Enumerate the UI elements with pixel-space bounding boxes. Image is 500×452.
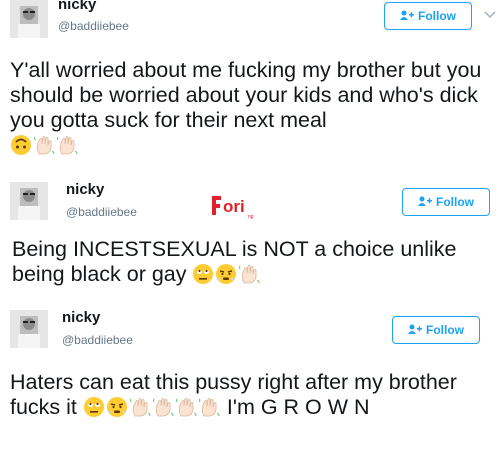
follow-label: Follow: [426, 323, 464, 337]
follow-button[interactable]: Follow: [392, 316, 480, 344]
waving-hand-emoji: [238, 263, 261, 285]
chevron-down-icon[interactable]: [484, 8, 496, 22]
avatar-image: [10, 310, 48, 348]
user-handle[interactable]: @baddiiebee: [66, 205, 137, 219]
tweet-body: Y'all worried about me fucking my brothe…: [10, 58, 482, 132]
waving-hand-emoji: [152, 396, 174, 418]
follow-label: Follow: [418, 9, 456, 23]
add-user-icon: [418, 195, 432, 209]
avatar-image: [10, 182, 48, 220]
avatar[interactable]: [10, 182, 48, 220]
steam-face-emoji: [215, 263, 237, 285]
watermark-text: ori: [223, 197, 245, 216]
tweet-text: Haters can eat this pussy right after my…: [10, 370, 476, 420]
tweet-body-end: I'm G R O W N: [226, 395, 370, 419]
eye-roll-face-emoji: [83, 396, 105, 418]
tweet-text: Being INCESTSEXUAL is NOT a choice unlik…: [12, 237, 470, 287]
user-handle[interactable]: @baddiiebee: [58, 19, 129, 33]
add-user-icon: [408, 323, 422, 337]
follow-label: Follow: [436, 195, 474, 209]
waving-hand-emoji: [33, 134, 55, 156]
user-handle[interactable]: @baddiiebee: [62, 333, 133, 347]
waving-hand-emoji: [56, 134, 78, 156]
avatar[interactable]: [10, 0, 48, 38]
upside-down-face-emoji: [10, 134, 32, 156]
display-name[interactable]: nicky: [62, 309, 100, 326]
avatar[interactable]: [10, 310, 48, 348]
waving-hand-emoji: [129, 396, 151, 418]
follow-button[interactable]: Follow: [402, 188, 490, 216]
waving-hand-emoji: [198, 396, 220, 418]
steam-face-emoji: [106, 396, 128, 418]
waving-hand-emoji: [175, 396, 197, 418]
tweet-3: nicky @baddiiebee Follow Haters can eat …: [0, 306, 500, 452]
eye-roll-face-emoji: [192, 263, 214, 285]
display-name[interactable]: nicky: [58, 0, 96, 13]
avatar-image: [10, 0, 48, 38]
watermark-logo: ori ng: [210, 193, 260, 220]
tweet-text: Y'all worried about me fucking my brothe…: [10, 58, 494, 158]
watermark-subtext: ng: [248, 214, 254, 219]
tweet-1: nicky @baddiiebee Follow Y'all worried a…: [0, 0, 500, 172]
follow-button[interactable]: Follow: [384, 2, 472, 30]
display-name[interactable]: nicky: [66, 181, 104, 198]
add-user-icon: [400, 9, 414, 23]
